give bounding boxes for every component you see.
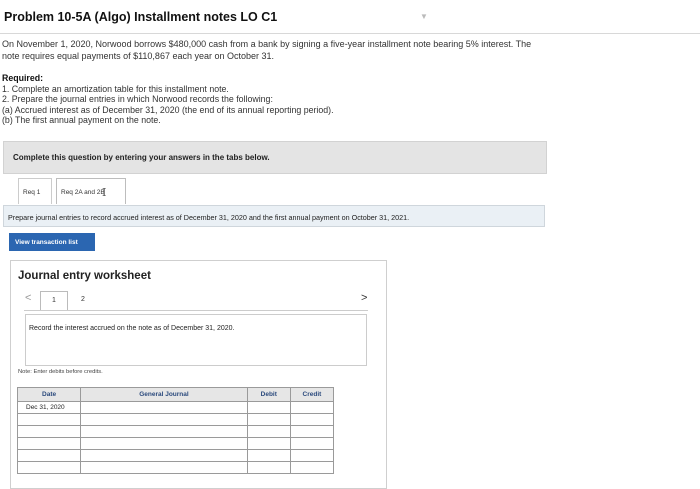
tab-req-1[interactable]: Req 1 <box>18 178 52 204</box>
credit-header: Credit <box>289 387 335 402</box>
table-row: Dec 31, 2020 <box>16 401 335 414</box>
problem-line-2: note requires equal payments of $110,867… <box>2 50 275 61</box>
table-row <box>16 461 335 474</box>
table-row <box>16 437 335 450</box>
debit-input[interactable] <box>246 413 291 426</box>
worksheet-page-1[interactable]: 1 <box>40 291 68 311</box>
worksheet-title: Journal entry worksheet <box>18 270 151 282</box>
problem-statement: On November 1, 2020, Norwood borrows $48… <box>2 39 562 62</box>
view-transaction-list-button[interactable]: View transaction list <box>9 233 95 251</box>
debit-input[interactable] <box>246 449 291 462</box>
debit-input[interactable] <box>246 437 291 450</box>
credit-input[interactable] <box>289 401 335 414</box>
text-cursor-icon: I <box>102 186 107 199</box>
date-cell <box>16 413 82 426</box>
required-heading: Required: <box>2 73 44 83</box>
title-bar: Problem 10-5A (Algo) Installment notes L… <box>0 0 700 34</box>
credit-input[interactable] <box>289 449 335 462</box>
chevron-left-icon[interactable]: < <box>25 292 31 304</box>
account-input[interactable] <box>80 437 248 450</box>
required-item-2b: (b) The first annual payment on the note… <box>2 115 161 126</box>
credit-input[interactable] <box>289 461 335 474</box>
required-item-2a: (a) Accrued interest as of December 31, … <box>2 104 334 115</box>
table-row <box>16 449 335 462</box>
debit-input[interactable] <box>246 425 291 438</box>
chevron-down-icon[interactable]: ▼ <box>420 12 428 21</box>
problem-line-1: On November 1, 2020, Norwood borrows $48… <box>2 39 532 49</box>
tab-req-2a-2b[interactable]: Req 2A and 2B <box>56 178 126 204</box>
instruction-text: Prepare journal entries to record accrue… <box>8 213 410 222</box>
chevron-right-icon[interactable]: > <box>361 292 367 304</box>
required-item-2: 2. Prepare the journal entries in which … <box>2 94 273 105</box>
account-input[interactable] <box>80 413 248 426</box>
table-row <box>16 413 335 426</box>
date-cell <box>16 425 82 438</box>
credit-input[interactable] <box>289 425 335 438</box>
complete-banner: Complete this question by entering your … <box>3 141 547 174</box>
complete-banner-text: Complete this question by entering your … <box>13 153 270 162</box>
account-input[interactable] <box>80 449 248 462</box>
date-cell <box>16 461 82 474</box>
requirements: Required: 1. Complete an amortization ta… <box>2 73 334 126</box>
date-header: Date <box>16 387 82 402</box>
credit-input[interactable] <box>289 437 335 450</box>
account-input[interactable] <box>80 401 248 414</box>
date-cell: Dec 31, 2020 <box>16 401 82 414</box>
note-text: Note: Enter debits before credits. <box>18 369 103 375</box>
record-instruction-box: Record the interest accrued on the note … <box>25 314 367 366</box>
divider <box>24 310 368 311</box>
account-input[interactable] <box>80 461 248 474</box>
date-cell <box>16 437 82 450</box>
journal-header-row: Date General Journal Debit Credit <box>16 387 335 402</box>
debit-header: Debit <box>246 387 291 402</box>
debit-input[interactable] <box>246 401 291 414</box>
instruction-banner: Prepare journal entries to record accrue… <box>3 205 545 227</box>
required-item-1: 1. Complete an amortization table for th… <box>2 83 229 94</box>
date-cell <box>16 449 82 462</box>
worksheet-page-2[interactable]: 2 <box>73 291 93 311</box>
credit-input[interactable] <box>289 413 335 426</box>
table-row <box>16 425 335 438</box>
account-input[interactable] <box>80 425 248 438</box>
journal-table: Date General Journal Debit Credit Dec 31… <box>16 387 335 474</box>
record-instruction: Record the interest accrued on the note … <box>29 325 235 332</box>
general-journal-header: General Journal <box>80 387 248 402</box>
debit-input[interactable] <box>246 461 291 474</box>
page-title: Problem 10-5A (Algo) Installment notes L… <box>4 10 278 24</box>
